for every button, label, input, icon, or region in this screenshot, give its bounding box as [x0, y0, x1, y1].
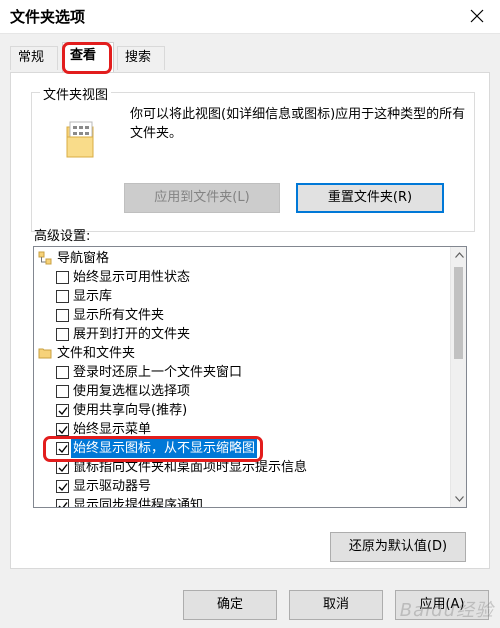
close-icon: [470, 9, 484, 23]
title-bar: 文件夹选项: [0, 0, 500, 34]
checkmark-icon: [58, 502, 68, 507]
close-button[interactable]: [462, 4, 492, 28]
list-item-label: 显示所有文件夹: [73, 308, 165, 323]
scroll-down-button[interactable]: [451, 491, 466, 507]
advanced-settings-label: 高级设置:: [34, 229, 91, 244]
folder-views-description: 你可以将此视图(如详细信息或图标)应用于这种类型的所有文件夹。: [130, 107, 466, 141]
folder-views-group: 文件夹视图 你可以将此视图(如详细信息或图标)应用于这种类型的所有文件夹。 应用…: [31, 84, 475, 232]
list-item[interactable]: 使用共享向导(推荐): [34, 401, 452, 420]
checkmark-icon: [58, 464, 68, 473]
list-item[interactable]: 显示库: [34, 287, 452, 306]
scrollbar-thumb[interactable]: [454, 267, 463, 359]
checkbox[interactable]: [56, 309, 69, 322]
cancel-button[interactable]: 取消: [289, 590, 383, 620]
list-item[interactable]: 始终显示可用性状态: [34, 268, 452, 287]
checkbox[interactable]: [56, 499, 69, 507]
list-item[interactable]: 使用复选框以选择项: [34, 382, 452, 401]
checkbox[interactable]: [56, 385, 69, 398]
list-category-label: 文件和文件夹: [57, 346, 136, 361]
list-item[interactable]: 显示同步提供程序通知: [34, 496, 452, 508]
list-item-selected[interactable]: 始终显示图标，从不显示缩略图: [34, 439, 452, 458]
vertical-scrollbar[interactable]: [450, 247, 466, 507]
folder-icon: [38, 348, 52, 359]
chevron-up-icon: [454, 252, 464, 258]
checkbox[interactable]: [56, 423, 69, 436]
tab-view[interactable]: 查看: [62, 42, 114, 72]
checkbox[interactable]: [56, 271, 69, 284]
checkmark-icon: [58, 445, 68, 454]
list-item-label: 显示驱动器号: [73, 479, 152, 494]
checkbox[interactable]: [56, 328, 69, 341]
checkmark-icon: [58, 426, 68, 435]
checkmark-icon: [58, 483, 68, 492]
tab-general[interactable]: 常规: [10, 46, 58, 70]
ok-button[interactable]: 确定: [183, 590, 277, 620]
checkbox[interactable]: [56, 480, 69, 493]
list-item[interactable]: 登录时还原上一个文件夹窗口: [34, 363, 452, 382]
checkbox[interactable]: [56, 461, 69, 474]
list-item-label: 展开到打开的文件夹: [73, 327, 191, 342]
list-item-label: 鼠标指向文件夹和桌面项时显示提示信息: [73, 460, 308, 475]
window-title: 文件夹选项: [10, 8, 86, 26]
chevron-down-icon: [454, 496, 464, 502]
scroll-up-button[interactable]: [451, 247, 466, 263]
list-item-label: 显示同步提供程序通知: [73, 498, 204, 508]
list-item[interactable]: 鼠标指向文件夹和桌面项时显示提示信息: [34, 458, 452, 477]
apply-button[interactable]: 应用(A): [395, 590, 489, 620]
checkbox[interactable]: [56, 366, 69, 379]
reset-folders-button[interactable]: 重置文件夹(R): [296, 183, 444, 213]
checkbox[interactable]: [56, 442, 69, 455]
checkmark-icon: [58, 407, 68, 416]
navigation-pane-icon: [38, 251, 52, 265]
list-item-label: 始终显示菜单: [73, 422, 152, 437]
list-item-label: 登录时还原上一个文件夹窗口: [73, 365, 243, 380]
list-item-label: 显示库: [73, 289, 113, 304]
list-category: 导航窗格: [34, 249, 452, 268]
list-item[interactable]: 展开到打开的文件夹: [34, 325, 452, 344]
advanced-settings-list[interactable]: 导航窗格 始终显示可用性状态 显示库 显示所有文件夹 展开到打开的文件夹 文件和…: [33, 246, 467, 508]
list-item[interactable]: 始终显示菜单: [34, 420, 452, 439]
list-item-label: 始终显示图标，从不显示缩略图: [71, 439, 258, 458]
restore-defaults-button[interactable]: 还原为默认值(D): [330, 532, 466, 562]
list-item-label: 使用复选框以选择项: [73, 384, 191, 399]
list-item[interactable]: 显示驱动器号: [34, 477, 452, 496]
list-item-label: 使用共享向导(推荐): [73, 403, 188, 418]
folder-views-legend: 文件夹视图: [40, 84, 112, 103]
list-item[interactable]: 显示所有文件夹: [34, 306, 452, 325]
advanced-settings-rows: 导航窗格 始终显示可用性状态 显示库 显示所有文件夹 展开到打开的文件夹 文件和…: [34, 249, 452, 508]
list-item-label: 始终显示可用性状态: [73, 270, 191, 285]
checkbox[interactable]: [56, 404, 69, 417]
apply-to-folders-button[interactable]: 应用到文件夹(L): [124, 183, 280, 213]
list-category-label: 导航窗格: [57, 251, 110, 266]
tab-search[interactable]: 搜索: [117, 46, 165, 70]
list-category: 文件和文件夹: [34, 344, 452, 363]
folder-view-icon: [66, 121, 94, 158]
checkbox[interactable]: [56, 290, 69, 303]
